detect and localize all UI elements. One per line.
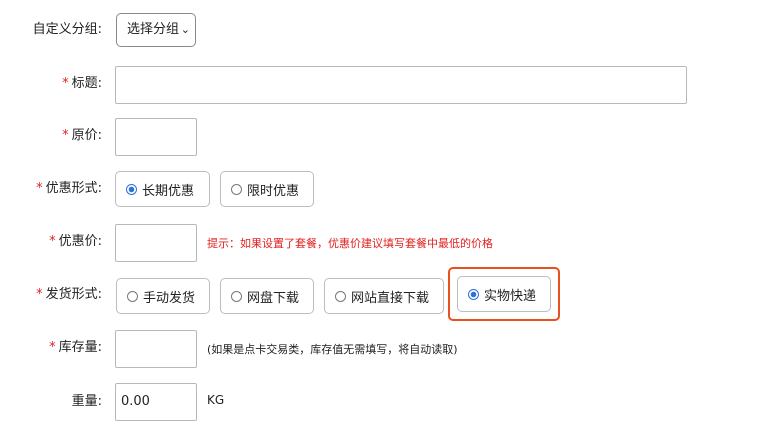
radio-selected-icon[interactable] (126, 183, 137, 195)
option-label: 网站直接下载 (351, 290, 430, 306)
delivery-option-cloud-download[interactable]: 网盘下载 (220, 278, 314, 314)
weight-value: 0.00 (121, 394, 150, 409)
weight-label: 重量: (71, 394, 102, 409)
stock-input[interactable] (115, 330, 197, 368)
weight-unit: KG (207, 393, 225, 407)
title-label: * 标题: (62, 76, 102, 91)
stock-label: * 库存量: (49, 340, 102, 355)
discount-type-option-limited-time[interactable]: 限时优惠 (220, 171, 314, 207)
option-label: 限时优惠 (247, 183, 300, 199)
delivery-label: * 发货形式: (36, 287, 102, 302)
delivery-option-site-download[interactable]: 网站直接下载 (324, 278, 444, 314)
price-input[interactable] (115, 118, 197, 156)
option-label: 手动发货 (143, 290, 196, 306)
group-label: 自定义分组: (32, 22, 102, 37)
radio-icon[interactable] (335, 290, 346, 302)
discount-price-label: * 优惠价: (49, 234, 102, 249)
price-label: * 原价: (62, 128, 102, 143)
group-select-value: 选择分组 (127, 22, 180, 37)
discount-price-hint: 提示：如果设置了套餐，优惠价建议填写套餐中最低的价格 (207, 237, 493, 250)
radio-selected-icon[interactable] (468, 288, 479, 300)
radio-icon[interactable] (231, 183, 242, 195)
discount-type-option-long-term[interactable]: 长期优惠 (115, 171, 210, 207)
radio-icon[interactable] (127, 290, 138, 302)
option-label: 实物快递 (484, 288, 537, 304)
delivery-option-manual[interactable]: 手动发货 (116, 278, 210, 314)
discount-price-input[interactable] (115, 224, 197, 262)
option-label: 长期优惠 (142, 183, 195, 199)
delivery-option-physical-express[interactable]: 实物快递 (457, 276, 551, 312)
discount-type-label: * 优惠形式: (36, 181, 102, 196)
chevron-down-icon: ⌄ (180, 23, 190, 36)
radio-icon[interactable] (231, 290, 242, 302)
option-label: 网盘下载 (247, 290, 300, 306)
group-select[interactable]: 选择分组 ⌄ (116, 13, 196, 47)
title-input[interactable] (115, 66, 687, 104)
stock-hint: (如果是点卡交易类，库存值无需填写，将自动读取) (207, 343, 458, 356)
weight-input[interactable]: 0.00 (115, 383, 197, 421)
